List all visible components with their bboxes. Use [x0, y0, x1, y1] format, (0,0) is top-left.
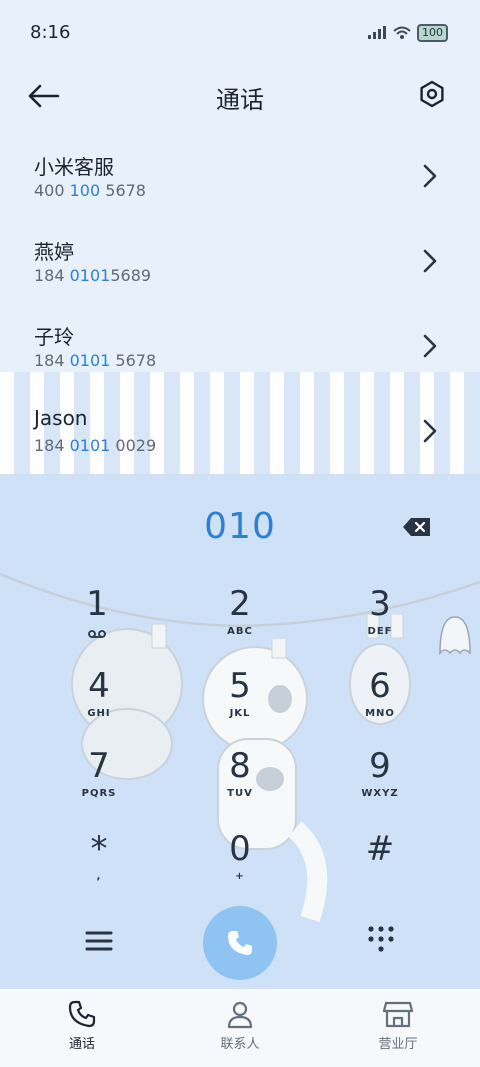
nav-label: 联系人 — [220, 1037, 260, 1052]
menu-icon[interactable] — [84, 926, 114, 956]
signal-icon — [368, 26, 386, 39]
settings-button[interactable] — [412, 74, 452, 114]
nav-label: 营业厅 — [378, 1037, 418, 1052]
status-time: 8:16 — [30, 22, 71, 43]
contact-number: 400 100 5678 — [34, 181, 146, 200]
dial-key-hash[interactable]: # — [335, 829, 425, 899]
dial-key-star[interactable]: *, — [54, 829, 144, 899]
dial-key-6[interactable]: 6 MNO — [335, 666, 425, 736]
contact-name: 小米客服 — [34, 155, 114, 179]
contact-number: 184 0101 5678 — [34, 351, 157, 370]
chevron-right-icon[interactable] — [420, 163, 440, 189]
call-button[interactable] — [203, 906, 277, 980]
contact-item[interactable]: 小米客服 400 100 5678 — [0, 135, 480, 219]
status-bar: 8:16 100 — [0, 0, 480, 60]
status-icons: 100 — [367, 24, 448, 42]
backspace-icon[interactable] — [402, 516, 432, 538]
dial-key-4[interactable]: 4 GHI — [54, 666, 144, 736]
dial-key-7[interactable]: 7 PQRS — [54, 746, 144, 816]
contact-item[interactable]: 燕婷 184 01015689 — [0, 220, 480, 304]
dialpad-toggle-icon[interactable] — [366, 924, 396, 954]
contact-name: Jason — [34, 406, 88, 430]
nav-tab-calls[interactable]: 通话 — [32, 999, 132, 1052]
nav-tab-contacts[interactable]: 联系人 — [190, 999, 290, 1052]
contact-number: 184 01015689 — [34, 266, 152, 285]
ghost-illustration — [439, 616, 471, 656]
chevron-right-icon[interactable] — [420, 418, 440, 444]
settings-icon — [420, 80, 444, 108]
contact-name: 燕婷 — [34, 240, 74, 264]
dial-key-2[interactable]: 2 ABC — [195, 584, 285, 654]
page-title: 通话 — [216, 86, 264, 114]
dialpad: 010 1 2 ABC 3 DEF 4 GHI 5 JKL 6 MNO 7 PQRS 8 TU… — [0, 474, 480, 989]
header: 通话 — [0, 60, 480, 130]
voicemail-icon — [88, 630, 106, 638]
contact-number: 184 0101 0029 — [34, 436, 157, 455]
contact-item[interactable]: Jason 184 0101 0029 — [0, 390, 480, 474]
dial-key-0[interactable]: 0 + — [195, 829, 285, 899]
contact-item[interactable]: 子玲 184 0101 5678 — [0, 305, 480, 389]
person-icon — [227, 1001, 253, 1029]
battery-indicator: 100 — [417, 24, 448, 42]
dial-key-3[interactable]: 3 DEF — [335, 584, 425, 654]
nav-tab-store[interactable]: 营业厅 — [348, 999, 448, 1052]
store-icon — [382, 1001, 414, 1028]
phone-icon — [228, 931, 252, 955]
dial-key-5[interactable]: 5 JKL — [195, 666, 285, 736]
nav-label: 通话 — [68, 1037, 95, 1052]
contact-name: 子玲 — [34, 325, 74, 349]
bottom-nav: 通话 联系人 营业厅 — [0, 989, 480, 1067]
dial-key-8[interactable]: 8 TUV — [195, 746, 285, 816]
dial-key-1[interactable]: 1 — [52, 584, 142, 654]
chevron-right-icon[interactable] — [420, 248, 440, 274]
dial-key-9[interactable]: 9 WXYZ — [335, 746, 425, 816]
wifi-icon — [393, 26, 411, 39]
chevron-right-icon[interactable] — [420, 333, 440, 359]
phone-icon — [68, 1000, 96, 1028]
